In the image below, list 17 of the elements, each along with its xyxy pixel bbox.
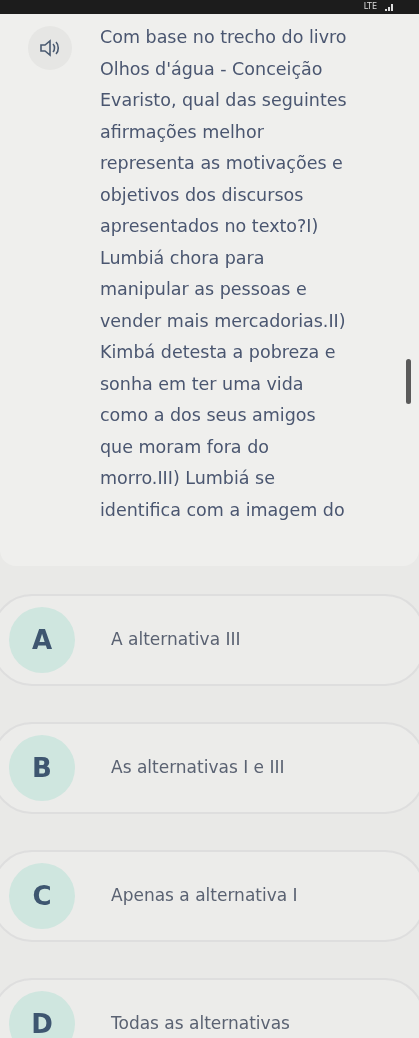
speaker-icon[interactable] [28,26,72,70]
scrollbar [406,359,411,404]
option-text: As alternativas I e III [111,756,285,780]
option-letter: B [9,735,75,801]
answer-option[interactable]: C Apenas a alternativa I [0,850,419,942]
network-label: LTE [363,3,377,11]
option-letter: C [9,863,75,929]
option-letter: D [9,991,75,1038]
answer-option[interactable]: B As alternativas I e III [0,722,419,814]
option-text: A alternativa III [111,628,241,652]
answer-option[interactable]: D Todas as alternativas [0,978,419,1038]
option-text: Apenas a alternativa I [111,884,298,908]
answer-option[interactable]: A A alternativa III [0,594,419,686]
option-text: Todas as alternativas [111,1012,290,1036]
question-text: Com base no trecho do livro Olhos d'água - Conceição Evaristo, qual das seguintes afirmações melhor representa as motivações e objetivos dos discursos apresentados no texto?I) Lumbiá chora para manipular as pessoas e vender mais mercadorias.II) Kimbá detesta a pobreza e sonha em ter uma vida como a dos seus amigos que moram fora do morro.III) Lumbiá se identifica com a imagem do [100,26,348,522]
signal-icon [385,3,395,11]
option-letter: A [9,607,75,673]
